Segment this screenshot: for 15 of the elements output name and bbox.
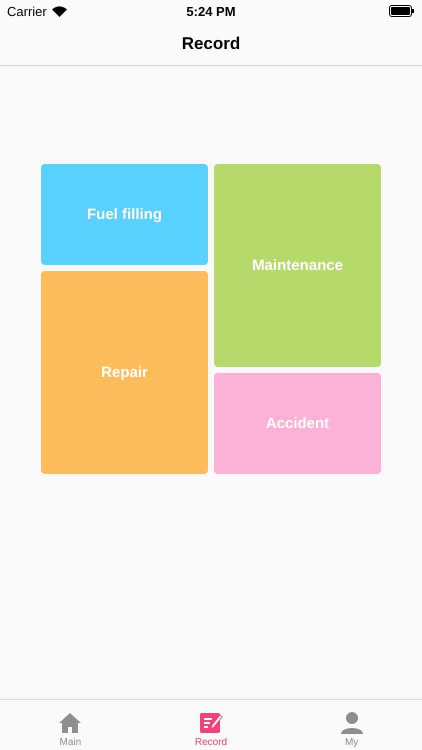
home-icon xyxy=(58,711,82,735)
category-tile[interactable]: Fuel filling xyxy=(41,164,208,265)
edit-note-icon xyxy=(198,711,223,735)
category-tile[interactable]: Maintenance xyxy=(214,164,381,367)
tab-item[interactable]: Record xyxy=(170,700,251,750)
tab-item[interactable]: My xyxy=(312,700,392,750)
status-time: 5:24 PM xyxy=(186,4,236,18)
person-icon xyxy=(340,711,364,735)
carrier-label: Carrier xyxy=(7,4,47,18)
tab-item[interactable]: Main xyxy=(30,700,110,750)
battery-icon xyxy=(389,5,414,17)
category-tile[interactable]: Accident xyxy=(214,373,381,474)
page-title: Record xyxy=(182,34,240,54)
wifi-icon xyxy=(52,6,67,16)
category-tile[interactable]: Repair xyxy=(41,271,208,474)
